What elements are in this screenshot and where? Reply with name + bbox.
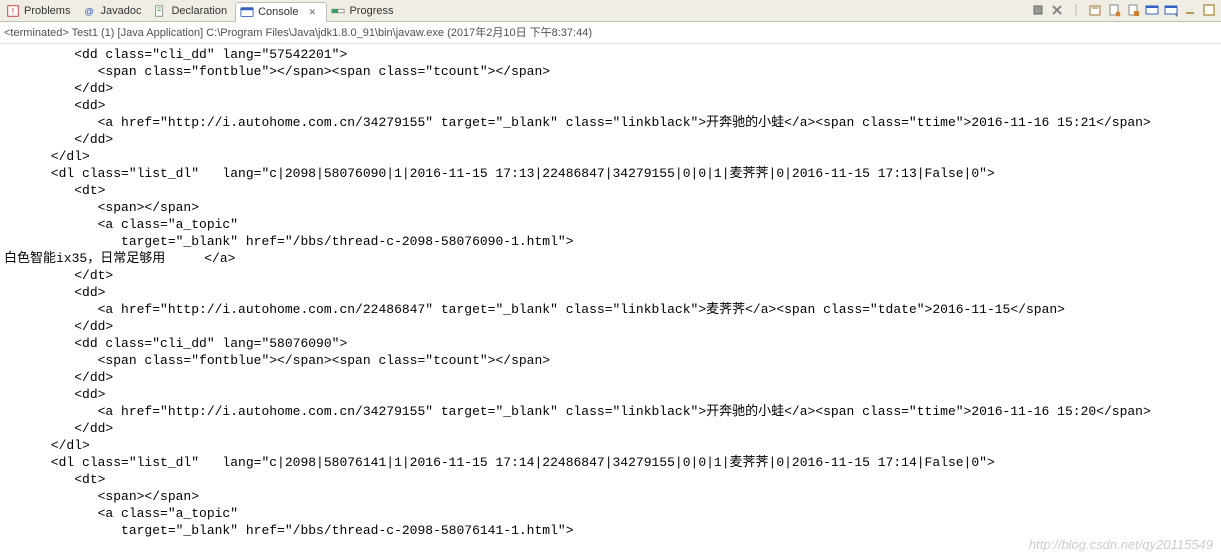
tab-problems[interactable]: ! Problems [2,1,78,21]
scroll-lock-icon[interactable] [1106,2,1122,18]
svg-text:@: @ [85,6,95,17]
remove-launch-icon[interactable] [1030,2,1046,18]
close-icon[interactable]: ✕ [306,6,318,18]
minimize-icon[interactable] [1182,2,1198,18]
tab-label: Problems [24,5,70,17]
tab-declaration[interactable]: Declaration [149,1,235,21]
tab-label: Javadoc [100,5,141,17]
view-tab-bar: ! Problems @ Javadoc Declaration Console… [0,0,1221,22]
clear-console-icon[interactable] [1087,2,1103,18]
pin-console-icon[interactable] [1125,2,1141,18]
process-status-line: <terminated> Test1 (1) [Java Application… [0,22,1221,44]
maximize-icon[interactable] [1201,2,1217,18]
console-icon [240,5,254,19]
tab-progress[interactable]: Progress [327,1,401,21]
tab-label: Declaration [171,5,227,17]
divider [1068,2,1084,18]
open-console-icon[interactable] [1163,2,1179,18]
tab-console[interactable]: Console ✕ [235,2,327,22]
declaration-icon [153,4,167,18]
problems-icon: ! [6,4,20,18]
tab-javadoc[interactable]: @ Javadoc [78,1,149,21]
tab-label: Console [258,6,298,18]
display-selected-icon[interactable] [1144,2,1160,18]
remove-all-icon[interactable] [1049,2,1065,18]
tab-label: Progress [349,5,393,17]
console-toolbar [1030,2,1217,18]
console-output[interactable]: <dd class="cli_dd" lang="57542201"> <spa… [0,44,1221,541]
javadoc-icon: @ [82,4,96,18]
progress-icon [331,4,345,18]
watermark-text: http://blog.csdn.net/qy20115549 [1029,537,1213,552]
svg-text:!: ! [12,6,14,16]
